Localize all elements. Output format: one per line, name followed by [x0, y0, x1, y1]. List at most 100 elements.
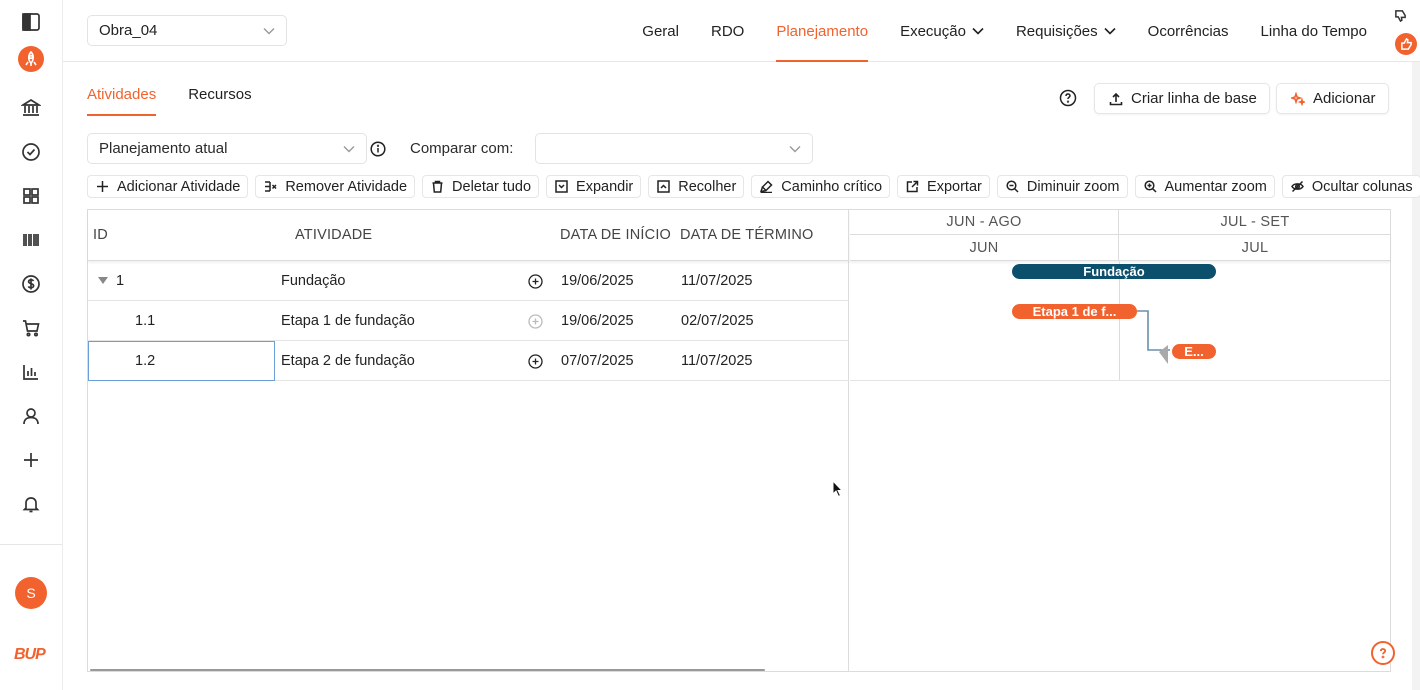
collapse-button[interactable]: Recolher [648, 175, 745, 198]
plus-icon[interactable] [19, 448, 43, 472]
bell-icon[interactable] [19, 492, 43, 516]
brand-logo: BUP [14, 646, 46, 663]
plus-icon [97, 181, 108, 192]
add-label: Adicionar [1313, 90, 1376, 107]
zoom-in-icon [1143, 180, 1157, 193]
table-header: ID ATIVIDADE DATA DE INÍCIO DATA DE TÉRM… [88, 210, 849, 261]
nav-item-geral[interactable]: Geral [626, 0, 695, 62]
add-subtask-icon[interactable] [528, 274, 543, 289]
compare-label: Comparar com: [410, 140, 514, 157]
rocket-icon[interactable] [18, 46, 44, 72]
barcode-icon[interactable] [19, 228, 43, 252]
expand-button[interactable]: Expandir [546, 175, 642, 198]
table-row[interactable]: 1.1 Etapa 1 de fundação 19/06/2025 02/07… [88, 301, 849, 341]
row-activity: Etapa 2 de fundação [281, 353, 415, 369]
export-label: Exportar [927, 178, 982, 195]
thumbs-up-icon[interactable] [1395, 33, 1417, 55]
chevron-down-icon [1104, 27, 1116, 35]
bank-icon[interactable] [19, 96, 43, 120]
nav-item-linha-do-tempo[interactable]: Linha do Tempo [1245, 0, 1383, 62]
bar-chart-icon[interactable] [19, 360, 43, 384]
trash-icon [432, 180, 443, 193]
remove-row-icon [265, 181, 277, 192]
grid-icon[interactable] [19, 184, 43, 208]
nav-item-ocorr-ncias[interactable]: Ocorrências [1132, 0, 1245, 62]
upload-icon [1109, 92, 1123, 105]
zoom-out-label: Diminuir zoom [1026, 178, 1120, 195]
chevron-down-icon [263, 27, 275, 34]
main-content: Atividades Recursos Criar linha de base … [63, 62, 1420, 690]
expand-label: Expandir [576, 178, 634, 195]
zoom-out-icon [1006, 180, 1019, 193]
nav-item-label: Ocorrências [1147, 22, 1229, 40]
nav-item-label: Requisições [1015, 22, 1098, 40]
row-activity: Fundação [281, 273, 346, 289]
cart-icon[interactable] [19, 316, 43, 340]
sidebar-divider [0, 544, 62, 545]
row-start-date: 19/06/2025 [561, 273, 634, 289]
export-button[interactable]: Exportar [897, 175, 990, 198]
add-activity-button[interactable]: Adicionar Atividade [87, 175, 249, 198]
header-activity[interactable]: ATIVIDADE [295, 227, 372, 243]
delete-all-button[interactable]: Deletar tudo [422, 175, 540, 198]
hide-columns-button[interactable]: Ocultar colunas [1281, 175, 1420, 198]
top-header: Obra_04 Geral RDO Planejamento Execução Requ… [63, 0, 1420, 62]
gantt-bar-task[interactable]: Etapa 1 de f... [1012, 304, 1137, 319]
horizontal-scrollbar[interactable] [90, 669, 765, 671]
gantt-bar-summary[interactable]: Fundação [1012, 264, 1216, 279]
row-end-date: 11/07/2025 [681, 353, 753, 369]
chevron-down-icon [972, 27, 984, 35]
user-icon[interactable] [19, 404, 43, 428]
tab-recursos[interactable]: Recursos [188, 82, 251, 116]
nav-item-requisi-es[interactable]: Requisições [1000, 0, 1132, 62]
header-id[interactable]: ID [93, 227, 108, 243]
nav-item-label: Linha do Tempo [1260, 22, 1367, 40]
help-icon[interactable] [1059, 89, 1077, 107]
row-start-date: 19/06/2025 [561, 313, 634, 329]
dependency-link [1137, 310, 1170, 364]
compare-select[interactable] [535, 133, 813, 164]
nav-item-label: Planejamento [776, 22, 869, 40]
zoom-in-label: Aumentar zoom [1164, 178, 1267, 195]
table-row[interactable]: 1 Fundação 19/06/2025 11/07/2025 [88, 261, 849, 301]
panel-toggle-icon[interactable] [19, 10, 43, 34]
zoom-out-button[interactable]: Diminuir zoom [996, 175, 1128, 198]
info-icon[interactable] [370, 141, 386, 157]
nav-item-execu-o[interactable]: Execução [884, 0, 1000, 62]
check-circle-icon[interactable] [19, 140, 43, 164]
eye-off-icon [1291, 180, 1304, 193]
add-subtask-icon[interactable] [528, 314, 543, 329]
avatar[interactable]: S [15, 577, 47, 609]
header-end-date[interactable]: DATA DE TÉRMINO [680, 227, 814, 243]
nav-item-label: Execução [900, 22, 966, 40]
expand-icon [555, 180, 568, 193]
header-start-date[interactable]: DATA DE INÍCIO [560, 227, 671, 243]
collapse-label: Recolher [678, 178, 737, 195]
nav-item-planejamento[interactable]: Planejamento [760, 0, 884, 62]
collapse-triangle-icon[interactable] [98, 277, 108, 284]
gantt-toolbar: Adicionar Atividade Remover Atividade De… [87, 175, 1420, 198]
highlighter-icon [760, 180, 773, 193]
thumbs-down-icon[interactable] [1394, 9, 1410, 25]
plan-select[interactable]: Planejamento atual [87, 133, 367, 164]
floating-help-icon[interactable] [1371, 641, 1395, 665]
tab-atividades[interactable]: Atividades [87, 82, 157, 116]
row-end-date: 02/07/2025 [681, 313, 754, 329]
gantt-bar-task[interactable]: E... [1172, 344, 1216, 359]
remove-activity-button[interactable]: Remover Atividade [255, 175, 416, 198]
nav-item-label: Geral [642, 22, 679, 40]
critical-path-button[interactable]: Caminho crítico [751, 175, 891, 198]
zoom-in-button[interactable]: Aumentar zoom [1134, 175, 1275, 198]
sidebar: S BUP [0, 0, 63, 690]
project-select[interactable]: Obra_04 [87, 15, 287, 46]
add-button[interactable]: Adicionar [1276, 83, 1389, 114]
table-row[interactable]: 1.2 Etapa 2 de fundação 07/07/2025 11/07… [88, 341, 849, 381]
subtabs: Atividades Recursos [87, 82, 252, 116]
create-baseline-label: Criar linha de base [1131, 90, 1257, 107]
nav-item-rdo[interactable]: RDO [695, 0, 760, 62]
add-subtask-icon[interactable] [528, 354, 543, 369]
dollar-icon[interactable] [19, 272, 43, 296]
project-select-value: Obra_04 [99, 22, 158, 39]
create-baseline-button[interactable]: Criar linha de base [1094, 83, 1270, 114]
top-nav: Geral RDO Planejamento Execução Requisições O… [626, 0, 1383, 62]
